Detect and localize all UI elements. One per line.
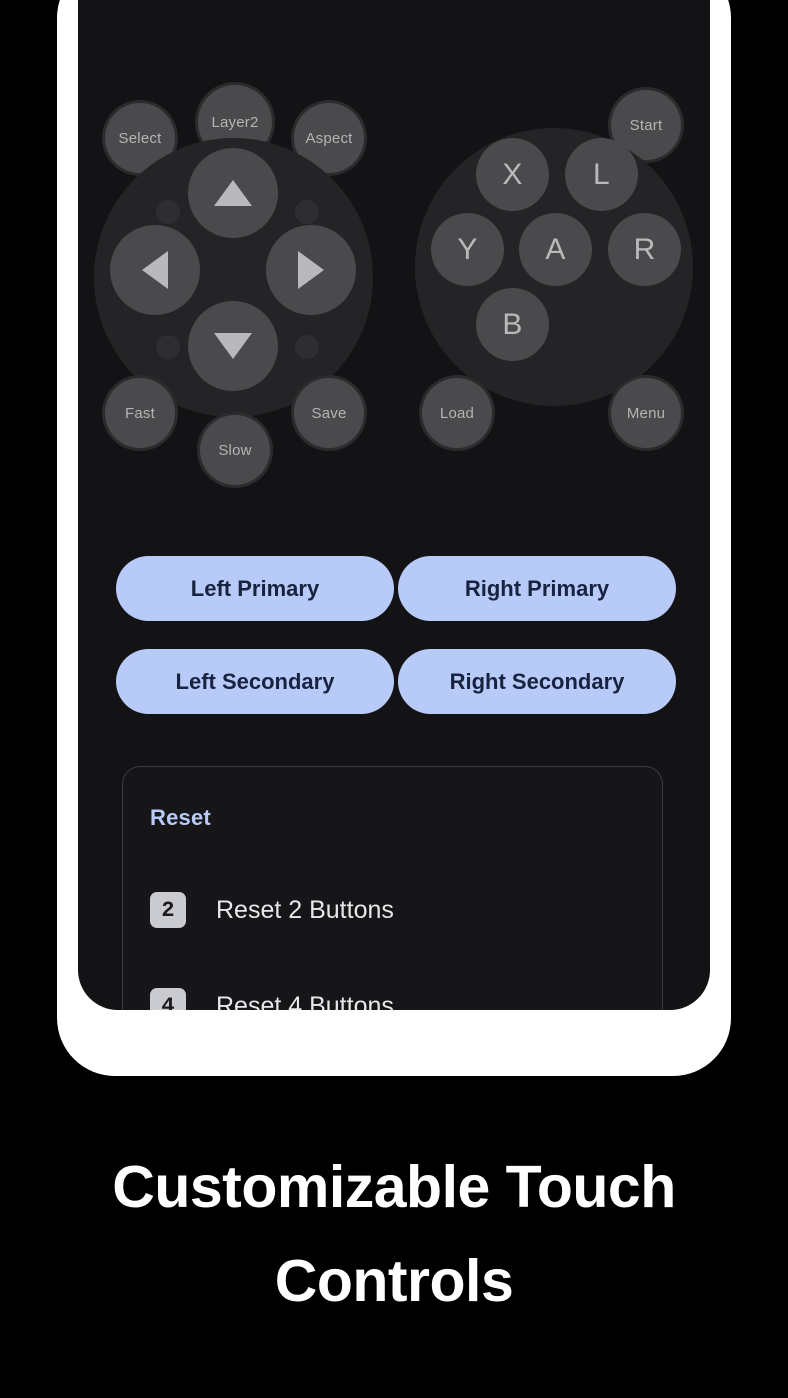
promo-caption: Customizable Touch Controls <box>112 1154 676 1315</box>
dpad-right-button[interactable] <box>266 225 356 315</box>
start-button-label: Start <box>629 116 663 134</box>
y-button-label: Y <box>457 232 478 266</box>
triangle-left-icon <box>142 251 168 289</box>
left-primary-label: Left Primary <box>190 575 320 601</box>
dpad-diagonal-dot-downleft[interactable] <box>156 335 180 359</box>
reset-2-buttons-label: Reset 2 Buttons <box>216 895 394 924</box>
save-button[interactable]: Save <box>294 378 364 448</box>
a-button-label: A <box>545 232 566 266</box>
slow-button[interactable]: Slow <box>200 415 270 485</box>
dpad-diagonal-dot-downright[interactable] <box>295 335 319 359</box>
right-secondary-button[interactable]: Right Secondary <box>398 649 676 714</box>
save-button-label: Save <box>311 404 347 422</box>
phone-device-frame: Select Layer2 Aspect Start X L Y A R B F… <box>57 0 731 1076</box>
reset-section-title: Reset <box>150 805 211 830</box>
menu-button[interactable]: Menu <box>611 378 681 448</box>
x-button[interactable]: X <box>476 138 549 211</box>
dpad-diagonal-dot-upright[interactable] <box>295 200 319 224</box>
left-secondary-label: Left Secondary <box>175 668 335 694</box>
pill-row-primary: Left Primary Right Primary <box>116 556 676 621</box>
load-button[interactable]: Load <box>422 378 492 448</box>
x-button-label: X <box>502 157 523 191</box>
menu-button-label: Menu <box>626 404 666 422</box>
fast-button[interactable]: Fast <box>105 378 175 448</box>
b-button-label: B <box>502 307 523 341</box>
right-primary-label: Right Primary <box>464 575 610 601</box>
l-button[interactable]: L <box>565 138 638 211</box>
dpad-up-button[interactable] <box>188 148 278 238</box>
phone-screen: Select Layer2 Aspect Start X L Y A R B F… <box>78 0 710 1010</box>
aspect-button-label: Aspect <box>305 129 353 147</box>
r-button-label: R <box>633 232 656 266</box>
l-button-label: L <box>593 157 610 191</box>
b-button[interactable]: B <box>476 288 549 361</box>
y-button[interactable]: Y <box>431 213 504 286</box>
gamepad-overlay: Select Layer2 Aspect Start X L Y A R B F… <box>78 0 710 520</box>
triangle-down-icon <box>214 333 252 359</box>
dpad-diagonal-dot-upleft[interactable] <box>156 200 180 224</box>
reset-4-buttons-label: Reset 4 Buttons <box>216 991 394 1011</box>
right-secondary-label: Right Secondary <box>449 668 625 694</box>
select-button-label: Select <box>118 129 162 147</box>
keycap-2-icon: 2 <box>150 892 186 928</box>
left-primary-button[interactable]: Left Primary <box>116 556 394 621</box>
pill-row-secondary: Left Secondary Right Secondary <box>116 649 676 714</box>
triangle-up-icon <box>214 180 252 206</box>
r-button[interactable]: R <box>608 213 681 286</box>
right-primary-button[interactable]: Right Primary <box>398 556 676 621</box>
reset-2-buttons-row[interactable]: 2 Reset 2 Buttons <box>150 887 662 933</box>
fast-button-label: Fast <box>125 404 155 422</box>
dpad-down-button[interactable] <box>188 301 278 391</box>
reset-section-card: Reset 2 Reset 2 Buttons 4 Reset 4 Button… <box>122 766 663 1010</box>
keycap-4-icon: 4 <box>150 988 186 1010</box>
a-button[interactable]: A <box>519 213 592 286</box>
dpad-left-button[interactable] <box>110 225 200 315</box>
triangle-right-icon <box>298 251 324 289</box>
layout-preset-buttons: Left Primary Right Primary Left Secondar… <box>116 556 676 742</box>
slow-button-label: Slow <box>218 441 252 459</box>
left-secondary-button[interactable]: Left Secondary <box>116 649 394 714</box>
layer2-button-label: Layer2 <box>211 113 259 131</box>
load-button-label: Load <box>439 404 475 422</box>
reset-4-buttons-row[interactable]: 4 Reset 4 Buttons <box>150 983 662 1010</box>
